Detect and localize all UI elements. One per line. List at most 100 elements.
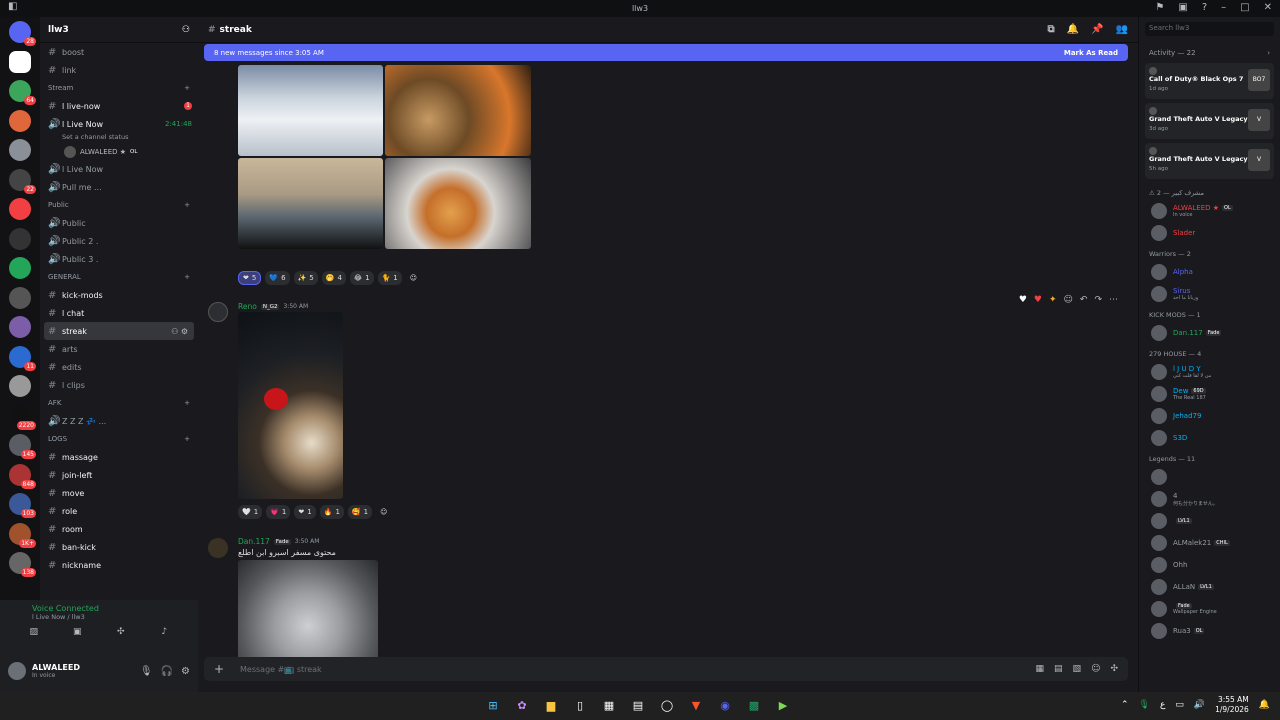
sticker-icon[interactable]: ▧ [1073, 664, 1082, 674]
channel-item[interactable]: # l chat [40, 304, 198, 322]
calculator-icon[interactable]: ▤ [629, 697, 647, 715]
activity-card[interactable]: Grand Theft Auto V Legacy 3d ago V [1145, 103, 1274, 139]
reaction-chip[interactable]: 🥰 1 [347, 505, 373, 519]
author-name[interactable]: Dan.117 [238, 537, 270, 546]
server-icon[interactable]: 2220 [9, 404, 36, 430]
channel-item[interactable]: # kick-mods [40, 286, 198, 304]
channel-item[interactable]: # room [40, 520, 198, 538]
member-item[interactable]: Jehad79 [1141, 405, 1278, 427]
gift-icon[interactable]: ▦ [1036, 664, 1045, 674]
clock[interactable]: 3:55 AM 1/9/2026 [1215, 695, 1249, 715]
server-icon[interactable]: 28 [9, 21, 36, 46]
brave-icon[interactable]: ▼ [687, 697, 705, 715]
server-icon[interactable]: 1K+ [9, 522, 36, 548]
camera-off-icon[interactable]: ▨ [24, 627, 44, 639]
reaction-chip[interactable]: 💗 1 [266, 505, 291, 519]
new-messages-bar[interactable]: 8 new messages since 3:05 AM Mark As Rea… [204, 44, 1128, 61]
reaction-chip[interactable]: 🤭 4 [321, 271, 346, 285]
settings-icon[interactable]: ⚇ ⚙ [171, 327, 188, 336]
reaction-chip[interactable]: ❤ 5 [238, 271, 262, 285]
add-member-icon[interactable]: ⚇ [182, 25, 190, 35]
channel-status[interactable]: Set a channel status [40, 133, 198, 144]
image-clouds[interactable] [238, 65, 383, 156]
server-icon[interactable] [9, 50, 31, 73]
member-item[interactable]: l J U D Y من لا لقا قلت كني [1141, 361, 1278, 383]
server-icon[interactable]: 22 [9, 168, 36, 194]
forward-icon[interactable]: ↷ [1094, 295, 1102, 305]
server-icon[interactable]: 103 [9, 493, 36, 518]
add-reaction-icon[interactable]: ☺ [1064, 295, 1073, 305]
sparkles-reaction-icon[interactable]: ✦ [1049, 295, 1057, 305]
member-item[interactable]: Rua3 OL [1141, 620, 1278, 642]
plus-icon[interactable]: + [184, 201, 190, 209]
reply-icon[interactable]: ↶ [1080, 295, 1088, 305]
maximize-button[interactable]: □ [1240, 2, 1249, 13]
server-icon[interactable] [9, 316, 31, 338]
heart-reaction-icon[interactable]: ♥ [1019, 295, 1027, 305]
member-item[interactable]: LVL1 [1141, 510, 1278, 532]
member-item[interactable]: S3D [1141, 427, 1278, 449]
server-icon[interactable]: 11 [9, 345, 36, 371]
channel-item[interactable]: # l live-now 1 [40, 97, 198, 115]
member-item[interactable]: Sirus وربانا ما احد [1141, 283, 1278, 305]
reaction-chip[interactable]: 🤍 1 [238, 505, 263, 519]
headphones-icon[interactable]: 🎧 [161, 666, 173, 677]
server-icon[interactable] [9, 286, 31, 309]
channel-item[interactable]: # ban-kick [40, 538, 198, 556]
more-icon[interactable]: ⋯ [1109, 295, 1118, 305]
inbox-icon[interactable]: ▣ [1178, 2, 1187, 13]
pin-icon[interactable]: 📌 [1091, 24, 1103, 35]
image-blanket[interactable] [238, 560, 378, 657]
add-reaction-icon[interactable]: ☺ [376, 505, 391, 519]
channel-item[interactable]: 🔊 Z Z Z 💤 ... [40, 412, 198, 430]
channel-item[interactable]: 🔊 Pull me ... [40, 178, 198, 196]
member-item[interactable]: Alpha [1141, 261, 1278, 283]
server-icon[interactable] [9, 227, 31, 250]
member-item[interactable]: 4 何も分かりません。 [1141, 488, 1278, 510]
windows-start-icon[interactable]: ⊞ [484, 697, 502, 715]
channel-item[interactable]: 🔊 Public 2 . [40, 232, 198, 250]
activity-card[interactable]: Call of Duty® Black Ops 7 1d ago BO7 [1145, 63, 1274, 99]
emoji-icon[interactable]: ☺ [1091, 664, 1100, 674]
member-item[interactable]: Dan.117 Fade [1141, 322, 1278, 344]
channel-item[interactable]: # streak ⚇ ⚙ [44, 322, 194, 340]
channel-item[interactable]: 🔊 Public [40, 214, 198, 232]
server-icon[interactable] [9, 375, 31, 397]
member-item[interactable]: ALMalek21 CHIL [1141, 532, 1278, 554]
reaction-chip[interactable]: 😂 1 [349, 271, 374, 285]
network-icon[interactable]: ▭ [1175, 700, 1184, 710]
category-afk[interactable]: AFK + [40, 394, 198, 412]
server-icon[interactable] [9, 109, 31, 132]
microphone-icon[interactable]: 🎙 [140, 666, 153, 677]
language-indicator[interactable]: ع [1160, 700, 1165, 710]
member-item[interactable]: ALLaN LVL1 [1141, 576, 1278, 598]
member-item[interactable]: Ohh [1141, 554, 1278, 576]
channel-item[interactable]: # move [40, 484, 198, 502]
activities-icon[interactable]: ✣ [111, 627, 131, 639]
avatar[interactable] [208, 538, 228, 558]
plus-icon[interactable]: + [184, 84, 190, 92]
message-input[interactable]: Message #📺 streak [240, 665, 322, 674]
channel-item[interactable]: # role [40, 502, 198, 520]
bell-icon[interactable]: 🔔 [1067, 24, 1079, 35]
member-item[interactable]: Dew 69D The Real 187 [1141, 383, 1278, 405]
heart-red-reaction-icon[interactable]: ♥ [1034, 295, 1042, 305]
apps-icon[interactable]: ✣ [1110, 664, 1118, 674]
terminal-icon[interactable]: ▶ [774, 697, 792, 715]
mark-as-read-button[interactable]: Mark As Read [1064, 49, 1118, 57]
notepad-icon[interactable]: ▯ [571, 697, 589, 715]
member-item[interactable]: Fade Wallpaper Engine [1141, 598, 1278, 620]
channel-item[interactable]: # l clips [40, 376, 198, 394]
channel-item[interactable]: # arts [40, 340, 198, 358]
members-icon[interactable]: 👥 [1116, 24, 1128, 35]
inbox-icon[interactable]: ◧ [8, 1, 17, 12]
avatar[interactable] [8, 662, 26, 680]
activity-card[interactable]: Grand Theft Auto V Legacy 5h ago V [1145, 143, 1274, 179]
channel-item[interactable]: # edits [40, 358, 198, 376]
server-icon[interactable]: 145 [9, 434, 36, 459]
server-icon[interactable]: 848 [9, 463, 36, 489]
add-attachment-icon[interactable]: + [214, 662, 228, 676]
author-name[interactable]: Reno [238, 302, 257, 311]
reaction-chip[interactable]: 🔥 1 [319, 505, 344, 519]
chevron-right-icon[interactable]: › [1267, 49, 1270, 57]
